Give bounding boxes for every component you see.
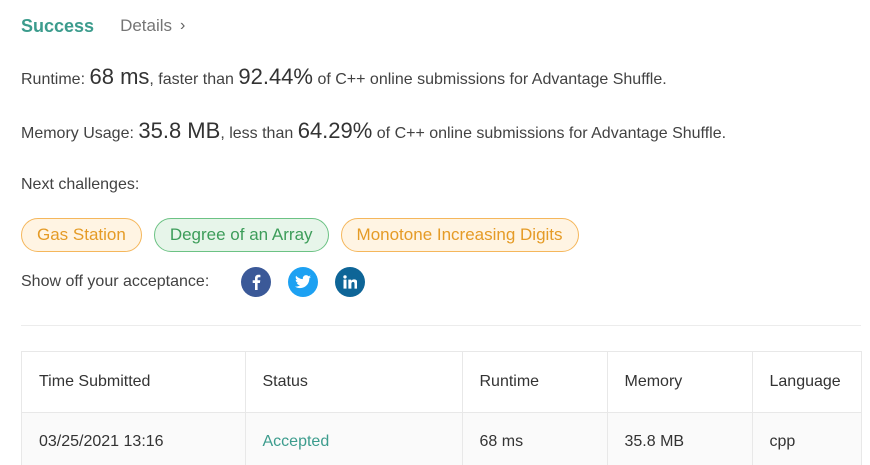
header-language: Language (752, 352, 861, 412)
share-label: Show off your acceptance: (21, 273, 210, 290)
cell-runtime: 68 ms (462, 411, 608, 465)
runtime-suffix: of C++ online submissions for Advantage … (317, 71, 667, 88)
next-challenges-label: Next challenges: (21, 176, 140, 193)
cell-memory: 35.8 MB (607, 411, 753, 465)
section-divider (21, 325, 861, 326)
result-tabs: Success Details › (21, 14, 185, 38)
cell-time-submitted: 03/25/2021 13:16 (22, 411, 246, 465)
next-challenges-list: Gas Station Degree of an Array Monotone … (21, 218, 591, 252)
cell-language: cpp (752, 411, 861, 465)
header-time-submitted: Time Submitted (22, 352, 246, 412)
runtime-summary: Runtime: 68 ms, faster than 92.44% of C+… (21, 64, 667, 90)
header-runtime: Runtime (462, 352, 608, 412)
runtime-value: 68 ms (89, 64, 150, 89)
tab-success[interactable]: Success (21, 16, 94, 37)
memory-percentile: 64.29% (297, 118, 373, 143)
memory-summary: Memory Usage: 35.8 MB, less than 64.29% … (21, 118, 726, 144)
table-header-row: Time Submitted Status Runtime Memory Lan… (22, 352, 861, 412)
header-status: Status (245, 352, 463, 412)
facebook-icon[interactable] (241, 267, 272, 297)
submissions-table: Time Submitted Status Runtime Memory Lan… (21, 351, 862, 465)
runtime-label: Runtime: (21, 71, 86, 88)
memory-suffix: of C++ online submissions for Advantage … (376, 125, 727, 142)
memory-less-than: , less than (220, 125, 294, 142)
memory-label: Memory Usage: (21, 125, 134, 142)
runtime-percentile: 92.44% (238, 64, 313, 89)
status-accepted-link[interactable]: Accepted (263, 433, 330, 450)
linkedin-icon[interactable] (335, 267, 366, 297)
share-section: Show off your acceptance: (21, 266, 382, 298)
runtime-faster-than: , faster than (149, 71, 234, 88)
tab-details-label: Details (120, 16, 173, 35)
memory-value: 35.8 MB (138, 118, 221, 143)
challenge-chip-monotone-increasing-digits[interactable]: Monotone Increasing Digits (340, 218, 579, 252)
challenge-chip-gas-station[interactable]: Gas Station (21, 218, 142, 252)
challenge-chip-degree-of-an-array[interactable]: Degree of an Array (153, 218, 329, 252)
table-row: 03/25/2021 13:16 Accepted 68 ms 35.8 MB … (22, 411, 861, 465)
tab-details[interactable]: Details › (120, 16, 185, 36)
chevron-right-icon: › (180, 17, 186, 34)
header-memory: Memory (607, 352, 753, 412)
twitter-icon[interactable] (288, 267, 319, 297)
